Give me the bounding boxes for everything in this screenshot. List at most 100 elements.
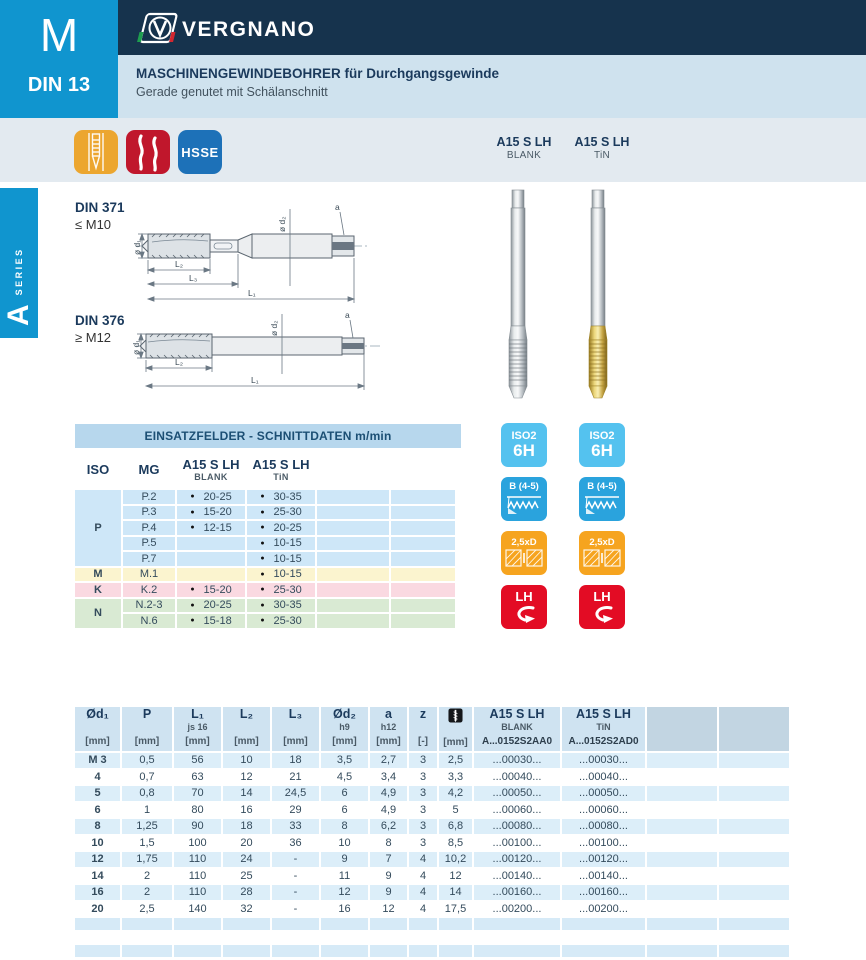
badge-label: B (4-5) [509,480,539,492]
cutting-speed-cell: ● 12-15 [177,521,245,535]
badge-line2: 6H [591,441,613,461]
band-cell [370,918,407,930]
iso-group-label: K [75,583,121,597]
empty-cell [317,552,389,566]
dim-label-d2: ø d₂ [277,216,287,232]
thread-size-cell: 16 [75,885,120,900]
cutting-speed-value: 10-15 [273,552,302,565]
spec-row: 12 1,75 110 24-9 7 4 10,2 ...00120... ...00120..… [75,852,789,867]
empty-cell [647,835,717,850]
badge-label: B (4-5) [587,480,617,492]
spec-cell: 3 [409,786,437,801]
thread-size-cell: 5 [75,786,120,801]
spec-cell: 2 [122,868,172,883]
brand-bar: VERGNANO [118,0,866,55]
spec-cell: 29 [272,802,319,817]
cutting-speed-cell: ● 15-20 [177,505,245,519]
band-cell [75,945,120,957]
empty-cell [647,786,717,801]
iso-group-label: P [75,490,121,566]
dim-label-l2: L₂ [175,259,183,269]
cutting-row: P.5 ● 10-15 [75,536,455,550]
bullet-dot: ● [190,586,195,594]
dimension-table: Ød₁ [mm] P [mm] L₁ js 16 [mm] L₂ [mm] L₃ [mm] Ød₂ h9… [73,705,791,959]
spec-cell: 14 [439,885,472,900]
hsse-material-badge: HSSE [178,130,222,174]
column-header-L₃: L₃ [mm] [272,707,319,751]
spec-cell: 100 [174,835,221,850]
cutting-row: P.3 ● 15-20 ● 25-30 [75,505,455,519]
column-header-empty [647,707,717,751]
spec-cell: 4,5 [321,769,368,784]
din-range: ≤ M10 [75,217,112,232]
series-letter: A [2,304,35,326]
badge-label: 2,5xD [589,536,615,548]
spec-cell: 12 [223,769,270,784]
badge-label: LH [593,589,611,604]
column-header-Ød₂: Ød₂ h9 [mm] [321,707,368,751]
spec-row: M 3 0,5 56 10 18 3,5 2,7 3 2,5 ...00030... ...0003… [75,753,789,768]
spec-cell: 3 [409,753,437,768]
spacer-row [75,932,789,943]
thread-size-cell: 10 [75,835,120,850]
tap-drill-icon [448,708,463,723]
badge-column: ISO2 6H B (4-5) 2,5xD LH [579,423,625,629]
spec-cell: 33 [272,819,319,834]
spec-cell: 3,4 [370,769,407,784]
cutting-speed-cell: ● 20-25 [177,490,245,504]
spec-cell: ...00160... [562,885,645,900]
depth-badge: 2,5xD [579,531,625,575]
rotation-badge: LH [579,585,625,629]
spec-cell: 9 [370,885,407,900]
spec-cell: ...00030... [474,753,560,768]
empty-band-row [75,945,789,957]
spec-cell: 7 [370,852,407,867]
band-cell [439,945,472,957]
band-cell [223,918,270,930]
spec-cell: 12 [321,885,368,900]
spec-cell: 21 [272,769,319,784]
spec-cell: 9 [321,852,368,867]
spec-cell: - [272,868,319,883]
page-subtitle: Gerade genutet mit Schälanschnitt [136,85,328,99]
material-group-cell: M.1 [123,567,175,581]
spec-cell: 25 [223,868,270,883]
spec-cell: 12 [439,868,472,883]
cutting-row: N.6 ● 15-18 ● 25-30 [75,614,455,628]
spec-cell: 32 [223,901,270,916]
band-cell [409,945,437,957]
din-376-label: DIN 376 ≥ M12 [75,313,125,345]
bullet-dot: ● [190,493,195,501]
spec-cell: - [272,901,319,916]
spec-cell: ...00100... [474,835,560,850]
band-cell [272,932,319,943]
logo-v-mark [152,19,168,38]
through-hole-icon [74,130,118,174]
empty-cell [317,598,389,612]
variant-label-tin: A15 S LH TiN [547,135,657,161]
cutting-row: P.4 ● 12-15 ● 20-25 [75,521,455,535]
spec-cell: 36 [272,835,319,850]
tolerance-badge: ISO2 6H [501,423,547,467]
cutting-speed-cell: ● 25-30 [247,583,315,597]
empty-cell [391,536,455,550]
spec-cell: 18 [272,753,319,768]
empty-cell [647,753,717,768]
spec-cell: 14 [223,786,270,801]
band-cell [75,932,120,943]
spec-cell: 16 [321,901,368,916]
badge-column: ISO2 6H B (4-5) 2,5xD LH [501,423,547,629]
spec-cell: 2,7 [370,753,407,768]
din-371-label: DIN 371 ≤ M10 [75,200,125,232]
spec-cell: 6,8 [439,819,472,834]
cutting-speed-value: 15-18 [203,614,232,627]
cutting-speed-cell: ● 30-35 [247,598,315,612]
thread-size-cell: 6 [75,802,120,817]
empty-cell [719,852,789,867]
col-header-mg: MG [138,461,160,477]
empty-cell [719,868,789,883]
spec-cell: 16 [223,802,270,817]
empty-cell [719,901,789,916]
spec-cell: 1,5 [122,835,172,850]
din-number: DIN 376 [75,313,125,328]
